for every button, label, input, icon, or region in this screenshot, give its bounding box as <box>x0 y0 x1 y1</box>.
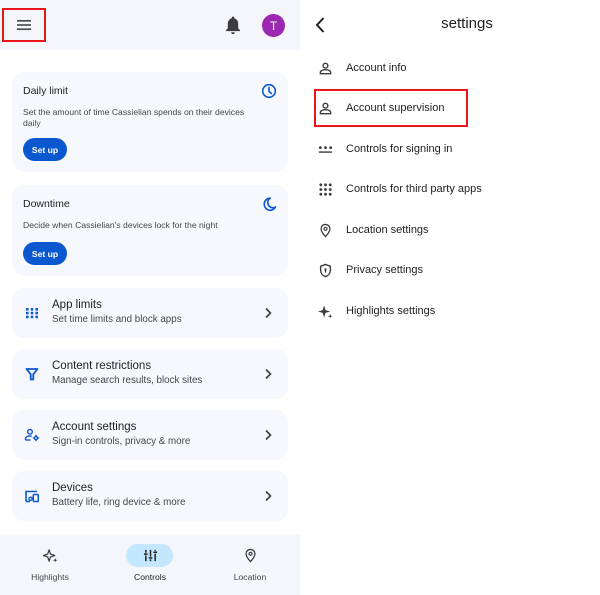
nav-label: Highlights <box>31 572 69 582</box>
settings-item-label: Highlights settings <box>346 305 436 317</box>
nav-label: Location <box>233 572 267 582</box>
devices-row[interactable]: Devices Battery life, ring device & more <box>12 471 288 521</box>
moon-icon <box>263 197 277 211</box>
settings-screen: settings Account info Account supervisio… <box>300 0 600 595</box>
settings-item-account-info[interactable]: Account info <box>314 56 594 82</box>
nav-controls[interactable]: Controls <box>100 535 200 595</box>
location-pin-icon <box>320 223 331 238</box>
card-description: Decide when Cassielian's devices lock fo… <box>23 220 218 230</box>
settings-item-account-supervision[interactable]: Account supervision <box>314 96 594 122</box>
settings-item-signing-in[interactable]: Controls for signing in <box>314 137 594 163</box>
settings-item-label: Controls for signing in <box>346 143 453 155</box>
nav-label: Controls <box>134 572 166 582</box>
settings-item-highlights[interactable]: Highlights settings <box>314 299 594 325</box>
hamburger-menu-icon <box>17 20 31 30</box>
downtime-setup-button[interactable]: Set up <box>23 242 67 265</box>
settings-item-privacy[interactable]: Privacy settings <box>314 258 594 284</box>
content-restrictions-row[interactable]: Content restrictions Manage search resul… <box>12 349 288 399</box>
nav-location[interactable]: Location <box>200 535 300 595</box>
avatar[interactable]: T <box>262 14 285 37</box>
settings-item-label: Location settings <box>346 224 429 236</box>
chevron-right-icon <box>265 307 272 319</box>
row-title: Account settings <box>52 421 137 433</box>
person-icon <box>319 62 332 75</box>
page-title: settings <box>441 15 493 32</box>
settings-item-label: Account supervision <box>346 102 445 114</box>
account-settings-row[interactable]: Account settings Sign-in controls, priva… <box>12 410 288 460</box>
daily-limit-setup-button[interactable]: Set up <box>23 138 67 161</box>
settings-item-label: Controls for third party apps <box>346 183 482 195</box>
person-icon <box>319 102 332 115</box>
password-dots-icon <box>318 146 333 153</box>
sliders-icon <box>143 549 158 562</box>
chevron-right-icon <box>265 368 272 380</box>
settings-item-label: Privacy settings <box>346 264 424 276</box>
account-settings-icon <box>24 428 40 442</box>
daily-limit-card: Daily limit Set the amount of time Cassi… <box>12 72 288 172</box>
settings-item-location[interactable]: Location settings <box>314 218 594 244</box>
nav-highlights[interactable]: Highlights <box>0 535 100 595</box>
downtime-card: Downtime Decide when Cassielian's device… <box>12 185 288 276</box>
settings-item-third-party-apps[interactable]: Controls for third party apps <box>314 177 594 203</box>
app-limits-row[interactable]: App limits Set time limits and block app… <box>12 288 288 338</box>
card-description: Set the amount of time Cassielian spends… <box>23 107 245 128</box>
family-link-controls-screen: T Daily limit Set the amount of time Cas… <box>0 0 300 595</box>
card-title: Downtime <box>23 198 70 210</box>
avatar-initial: T <box>269 18 278 33</box>
chevron-right-icon <box>265 429 272 441</box>
row-subtitle: Set time limits and block apps <box>52 314 182 325</box>
sparkle-icon <box>318 305 333 319</box>
row-title: App limits <box>52 299 102 311</box>
menu-button[interactable] <box>2 8 46 42</box>
row-title: Content restrictions <box>52 360 152 372</box>
shield-icon <box>319 263 332 278</box>
sparkle-icon <box>43 549 58 563</box>
row-title: Devices <box>52 482 93 494</box>
settings-item-label: Account info <box>346 62 407 74</box>
row-subtitle: Battery life, ring device & more <box>52 497 186 508</box>
apps-grid-icon <box>26 308 38 319</box>
chevron-right-icon <box>265 490 272 502</box>
filter-icon <box>25 368 39 381</box>
devices-icon <box>25 490 40 503</box>
row-subtitle: Manage search results, block sites <box>52 375 203 386</box>
card-title: Daily limit <box>23 85 68 97</box>
row-subtitle: Sign-in controls, privacy & more <box>52 436 191 447</box>
apps-grid-icon <box>319 183 332 196</box>
bell-icon[interactable] <box>224 15 242 35</box>
clock-icon <box>261 83 277 99</box>
bottom-navigation: Highlights Controls Location <box>0 535 300 595</box>
top-app-bar: T <box>0 0 300 50</box>
location-pin-icon <box>245 548 256 563</box>
